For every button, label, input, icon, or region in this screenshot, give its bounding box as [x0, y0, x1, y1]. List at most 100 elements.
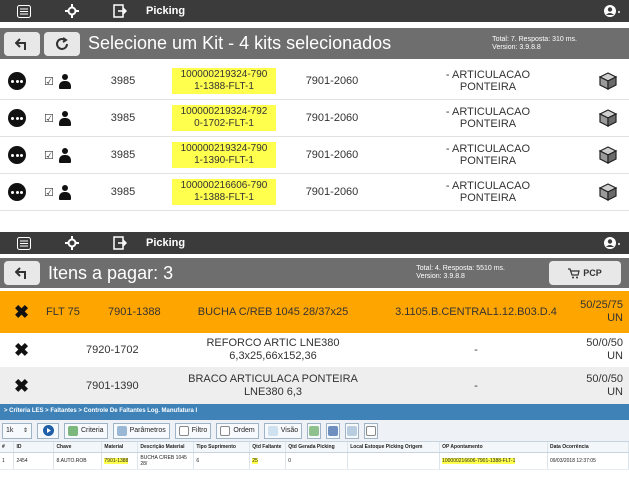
table-cell: 0 — [285, 452, 349, 470]
column-header[interactable]: Local Estoque Picking Origem — [347, 442, 441, 453]
menu-icon[interactable] — [0, 0, 48, 22]
close-icon[interactable]: ✖ — [14, 376, 29, 397]
person-icon — [58, 185, 72, 201]
person-icon — [58, 148, 72, 164]
box-icon[interactable] — [598, 182, 618, 202]
quantity: 50/25/75 UN — [580, 299, 623, 324]
save-icon — [328, 425, 339, 436]
kit-number: 3985 — [110, 75, 136, 87]
kit-row[interactable]: ☑ 3985 100000216606-790 1-1388-FLT-1 7901-20… — [0, 174, 629, 211]
more-options-icon[interactable] — [8, 72, 26, 90]
order-button[interactable]: Ordem — [216, 422, 259, 439]
item-code: 7901-2060 — [305, 186, 359, 198]
excel-button[interactable] — [307, 422, 322, 439]
more-options-icon[interactable] — [8, 183, 26, 201]
table-row[interactable]: 1 2454 8.AUTO.ROB 7901-1388 BUCHA C/REB 1045… — [0, 452, 629, 470]
more-options-icon[interactable] — [8, 109, 26, 127]
user-icon[interactable] — [603, 4, 621, 18]
settings-icon — [347, 425, 358, 436]
kit-number: 3985 — [110, 112, 136, 124]
op-code: 100000219324-790 1-1390-FLT-1 — [172, 142, 276, 168]
gear-icon[interactable] — [48, 0, 96, 22]
response-info: Total: 4. Resposta: 5510 ms. — [416, 265, 505, 272]
back-button[interactable] — [4, 261, 40, 285]
column-header[interactable]: Tipo Suprimento — [193, 442, 251, 453]
view-button[interactable]: Visão — [263, 422, 303, 439]
op-code: 100000216606-790 1-1388-FLT-1 — [172, 179, 276, 205]
menu-icon[interactable] — [0, 232, 48, 254]
box-icon[interactable] — [598, 145, 618, 165]
criteria-label: Criteria — [81, 427, 104, 434]
cart-icon — [568, 267, 581, 278]
person-icon — [58, 111, 72, 127]
op-code: 100000219324-790 1-1388-FLT-1 — [172, 68, 276, 94]
save-button[interactable] — [326, 422, 341, 439]
box-icon[interactable] — [598, 71, 618, 91]
table-cell: 2454 — [13, 452, 55, 470]
column-header[interactable]: Data Ocorrência — [547, 442, 629, 453]
column-header[interactable]: Qtd Gerada Picking — [285, 442, 349, 453]
pcp-button[interactable]: PCP — [549, 261, 621, 285]
column-header[interactable]: OP Apontamento — [439, 442, 548, 453]
user-icon[interactable] — [603, 236, 621, 250]
filter-button[interactable]: Filtro — [174, 422, 212, 439]
kit-header: Selecione um Kit - 4 kits selecionados T… — [0, 28, 629, 59]
highlighted-value: 7901-1388 — [104, 458, 129, 464]
item-description: - ARTICULACAO PONTEIRA — [445, 143, 531, 167]
kit-row[interactable]: ☑ 3985 100000219324-790 1-1390-FLT-1 7901-20… — [0, 137, 629, 174]
column-header[interactable]: Chave — [53, 442, 103, 453]
column-header[interactable]: Qtd Faltante — [249, 442, 287, 453]
item-code: 7920-1702 — [86, 344, 139, 356]
page-title: Selecione um Kit - 4 kits selecionados — [88, 33, 392, 53]
run-button[interactable] — [37, 422, 59, 439]
column-header[interactable]: # — [0, 442, 15, 453]
table-cell — [347, 452, 441, 470]
kit-row[interactable]: ☑ 3985 100000219324-792 0-1702-FLT-1 7901-20… — [0, 100, 629, 137]
kit-row[interactable]: ☑ 3985 100000219324-790 1-1388-FLT-1 7901-20… — [0, 63, 629, 100]
table-cell: 100000216606-7901-1388-FLT-1 — [439, 452, 548, 470]
back-button[interactable] — [4, 31, 40, 56]
page-size-select[interactable]: 1k ⇕ — [2, 422, 32, 439]
sort-icon — [220, 425, 231, 436]
item-description: BUCHA C/REB 1045 28/37x25 — [197, 305, 349, 318]
top-bar-2: Picking — [0, 232, 629, 254]
item-code: 7901-2060 — [305, 149, 359, 161]
view-label: Visão — [280, 427, 299, 434]
column-header[interactable]: Descrição Material — [137, 442, 195, 453]
table-cell: 09/03/2018 12:37:05 — [547, 452, 629, 470]
parameters-icon — [116, 425, 127, 436]
parameters-button[interactable]: Parâmetros — [112, 422, 170, 439]
pay-item-row[interactable]: ✖ 7920-1702 REFORCO ARTIC LNE380 6,3x25,66x… — [0, 333, 629, 367]
logout-icon[interactable] — [96, 0, 144, 22]
checkbox-icon[interactable]: ☑ — [44, 149, 54, 162]
gear-icon[interactable] — [48, 232, 96, 254]
more-options-icon[interactable] — [8, 146, 26, 164]
column-header[interactable]: ID — [13, 442, 55, 453]
item-description: - ARTICULACAO PONTEIRA — [445, 180, 531, 204]
play-icon — [42, 425, 54, 436]
item-description: - ARTICULACAO PONTEIRA — [445, 106, 531, 130]
stock-location: 3.1105.B.CENTRAL1.12.B03.D.4 — [395, 306, 557, 318]
checkbox-icon[interactable]: ☑ — [44, 75, 54, 88]
pcp-label: PCP — [583, 268, 602, 278]
refresh-button[interactable] — [44, 31, 80, 56]
pay-item-row[interactable]: ✖ FLT 75 7901-1388 BUCHA C/REB 1045 28/37x2… — [0, 291, 629, 333]
breadcrumb: > Criteria LES > Faltantes > Controle De… — [0, 404, 629, 420]
settings-button[interactable] — [345, 422, 360, 439]
item-code: 7901-1390 — [86, 380, 139, 392]
parameters-label: Parâmetros — [129, 427, 166, 434]
quantity: 50/0/50 UN — [586, 337, 623, 362]
box-icon[interactable] — [598, 108, 618, 128]
criteria-button[interactable]: Criteria — [64, 422, 108, 439]
export-button[interactable] — [364, 422, 379, 439]
pay-item-row[interactable]: ✖ 7901-1390 BRACO ARTICULACA PONTEIRA LNE38… — [0, 367, 629, 405]
close-icon[interactable]: ✖ — [14, 302, 29, 323]
flt-label: FLT 75 — [46, 306, 80, 318]
checkbox-icon[interactable]: ☑ — [44, 186, 54, 199]
logout-icon[interactable] — [96, 232, 144, 254]
criteria-icon — [68, 425, 78, 436]
checkbox-icon[interactable]: ☑ — [44, 112, 54, 125]
close-icon[interactable]: ✖ — [14, 340, 29, 361]
table-cell: 6 — [193, 452, 251, 470]
column-header[interactable]: Material — [101, 442, 139, 453]
